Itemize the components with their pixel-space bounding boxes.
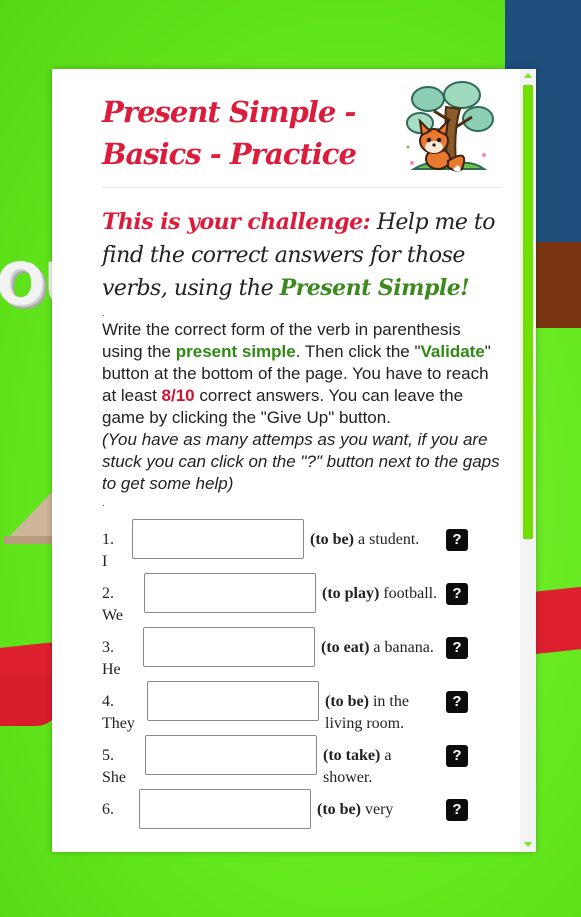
scrollbar-thumb[interactable] (523, 85, 533, 539)
question-number: 1. (102, 531, 114, 548)
answer-input[interactable] (145, 735, 317, 775)
question-row: 3. He (to eat) a banana. ? (102, 627, 502, 681)
instructions-validate: Validate (420, 342, 485, 361)
verb-hint: (to be) (325, 693, 369, 710)
verb-hint: (to eat) (321, 639, 370, 656)
answer-input[interactable] (143, 627, 315, 667)
answer-input[interactable] (144, 573, 316, 613)
question-row: 2. We (to play) football. ? (102, 573, 502, 627)
help-button[interactable]: ? (446, 637, 468, 659)
help-button[interactable]: ? (446, 799, 468, 821)
answer-input[interactable] (132, 519, 304, 559)
background-ramp-base (4, 536, 52, 544)
question-rest: a banana. (369, 639, 434, 656)
question-list: 1. I (to be) a student. ? 2. We (to play… (102, 519, 502, 843)
verb-hint: (to be) (317, 801, 361, 818)
verb-hint: (to be) (310, 531, 354, 548)
question-subject: I (102, 553, 108, 570)
question-row: 1. I (to be) a student. ? (102, 519, 502, 573)
help-button[interactable]: ? (446, 583, 468, 605)
verb-hint: (to play) (322, 585, 380, 602)
scrollbar[interactable] (520, 69, 536, 852)
practice-modal[interactable]: Present Simple - Basics - Practice This … (52, 69, 536, 852)
answer-input[interactable] (147, 681, 319, 721)
question-number: 3. (102, 639, 114, 656)
answer-input[interactable] (139, 789, 311, 829)
fox-mascot-icon (406, 81, 494, 172)
question-rest: football. (379, 585, 438, 602)
question-row: 6. (to be) very ? (102, 789, 502, 843)
help-button[interactable]: ? (446, 691, 468, 713)
verb-hint: (to take) (323, 747, 381, 764)
question-number: 6. (102, 801, 114, 818)
separator-dot-2: . (102, 498, 105, 509)
question-verb: (to take) a shower. (323, 745, 443, 789)
background-ramp (6, 492, 52, 540)
question-verb: (to be) a student. (310, 529, 430, 551)
question-rest: a student. (353, 531, 420, 548)
challenge-intro: This is your challenge: Help me to find … (102, 206, 502, 305)
question-number: 4. (102, 693, 114, 710)
question-subject: She (102, 769, 126, 786)
question-subject: We (102, 607, 123, 624)
separator-dot: . (102, 308, 105, 319)
instructions: Write the correct form of the verb in pa… (102, 319, 502, 495)
modal-content: Present Simple - Basics - Practice This … (102, 69, 502, 843)
question-verb: (to play) football. (322, 583, 442, 605)
question-subject: They (102, 715, 135, 732)
question-rest: very (360, 801, 394, 818)
challenge-lead: This is your challenge: (102, 209, 371, 235)
question-number: 5. (102, 747, 114, 764)
modal-header: Present Simple - Basics - Practice (102, 69, 502, 188)
background-red-band-left (0, 676, 60, 726)
instructions-present-simple: present simple (175, 342, 296, 361)
question-number: 2. (102, 585, 114, 602)
challenge-highlight: Present Simple! (279, 275, 470, 301)
help-button[interactable]: ? (446, 529, 468, 551)
question-subject: He (102, 661, 121, 678)
instructions-help-note: (You have as many attemps as you want, i… (102, 430, 500, 493)
question-verb: (to eat) a banana. (321, 637, 441, 659)
instructions-text-2: . Then click the " (295, 342, 421, 361)
question-row: 5. She (to take) a shower. ? (102, 735, 502, 789)
help-button[interactable]: ? (446, 745, 468, 767)
question-verb: (to be) very (317, 799, 437, 821)
scroll-down-arrow-icon[interactable] (524, 842, 532, 847)
scroll-up-arrow-icon[interactable] (524, 73, 532, 78)
page-title: Present Simple - Basics - Practice (102, 95, 357, 171)
question-row: 4. They (to be) in the living room. ? (102, 681, 502, 735)
question-verb: (to be) in the living room. (325, 691, 445, 735)
instructions-score: 8/10 (161, 386, 195, 405)
